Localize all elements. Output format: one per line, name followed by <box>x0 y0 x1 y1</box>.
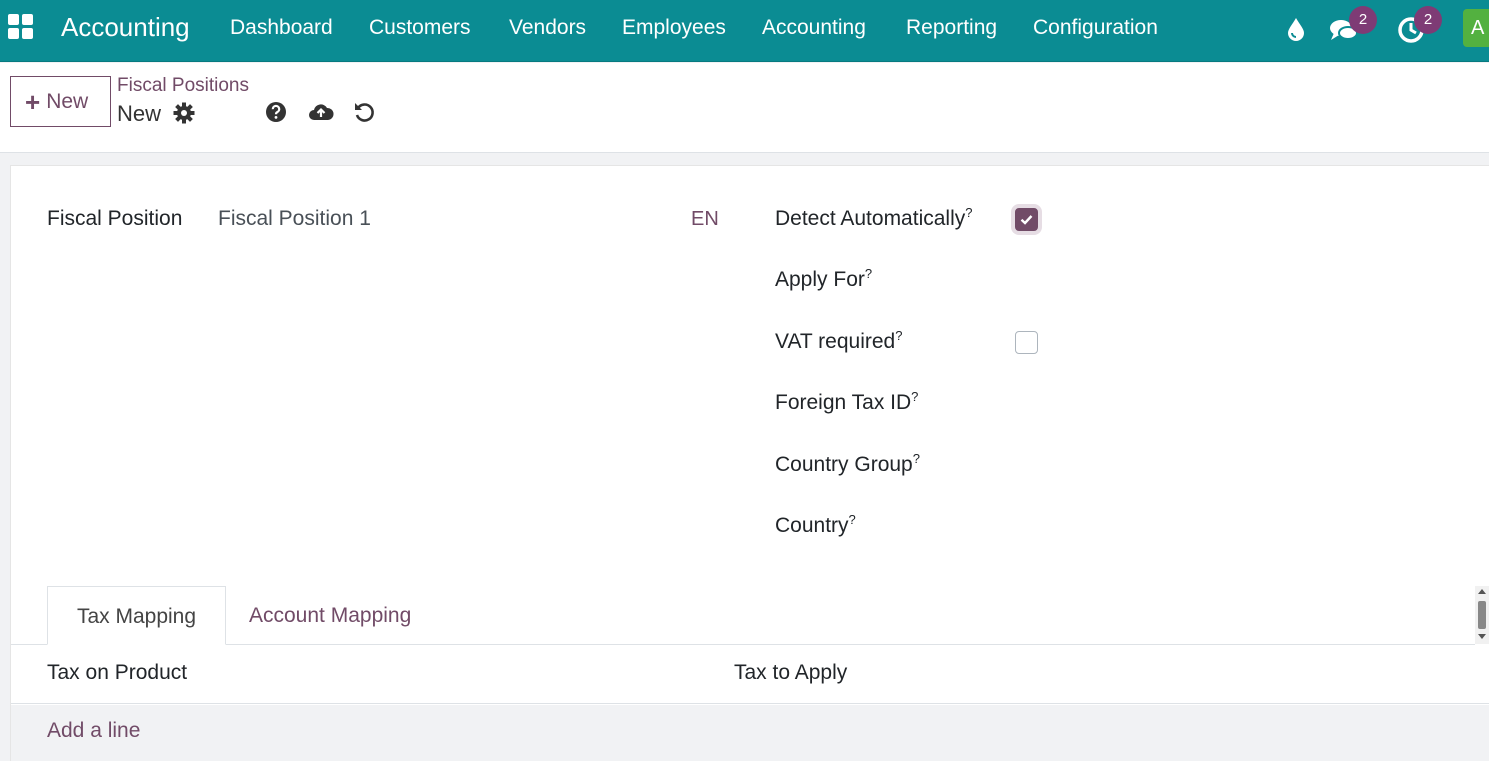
new-button[interactable]: + New <box>10 76 111 127</box>
plus-icon: + <box>25 86 41 117</box>
column-tax-on-product[interactable]: Tax on Product <box>47 661 187 685</box>
menu-configuration[interactable]: Configuration <box>1033 16 1158 40</box>
add-line-link[interactable]: Add a line <box>47 719 140 743</box>
detect-automatically-label: Detect Automatically? <box>775 205 973 230</box>
breadcrumb-fiscal-positions[interactable]: Fiscal Positions <box>117 75 249 97</box>
fiscal-position-input[interactable]: Fiscal Position 1 <box>218 207 371 231</box>
language-button[interactable]: EN <box>691 208 719 231</box>
menu-employees[interactable]: Employees <box>622 16 726 40</box>
chat-badge: 2 <box>1349 6 1377 34</box>
apps-grid-icon[interactable] <box>8 14 34 40</box>
fiscal-position-label: Fiscal Position <box>47 207 183 230</box>
new-button-label: New <box>46 89 89 113</box>
form-sheet: Fiscal Position Fiscal Position 1 EN Det… <box>10 165 1489 761</box>
tab-account-mapping[interactable]: Account Mapping <box>249 586 411 645</box>
tabs-divider <box>11 644 1475 645</box>
scroll-up-icon[interactable] <box>1478 589 1486 594</box>
help-tooltip-icon[interactable]: ? <box>965 205 972 220</box>
foreign-tax-id-label: Foreign Tax ID? <box>775 389 919 414</box>
country-group-label: Country Group? <box>775 451 920 476</box>
menu-reporting[interactable]: Reporting <box>906 16 997 40</box>
vat-required-label: VAT required? <box>775 328 903 353</box>
undo-icon[interactable] <box>352 100 376 124</box>
breadcrumb-current: New <box>117 101 162 126</box>
help-tooltip-icon[interactable]: ? <box>911 389 918 404</box>
vat-required-checkbox[interactable] <box>1015 331 1038 354</box>
menu-customers[interactable]: Customers <box>369 16 471 40</box>
scrollbar[interactable] <box>1475 586 1489 644</box>
help-tooltip-icon[interactable]: ? <box>913 451 920 466</box>
check-icon <box>1020 215 1033 225</box>
detect-automatically-checkbox[interactable] <box>1015 208 1038 231</box>
column-tax-to-apply[interactable]: Tax to Apply <box>734 661 847 685</box>
activity-badge: 2 <box>1414 6 1442 34</box>
menu-accounting[interactable]: Accounting <box>762 16 866 40</box>
app-brand[interactable]: Accounting <box>61 12 190 43</box>
control-panel: + New Fiscal Positions New <box>0 63 1489 153</box>
help-icon[interactable] <box>264 100 288 124</box>
tab-tax-mapping[interactable]: Tax Mapping <box>47 586 226 645</box>
help-tooltip-icon[interactable]: ? <box>849 512 856 527</box>
cloud-upload-icon[interactable] <box>307 100 335 124</box>
menu-dashboard[interactable]: Dashboard <box>230 16 333 40</box>
user-avatar[interactable]: A <box>1463 9 1489 47</box>
apply-for-label: Apply For? <box>775 266 873 291</box>
table-row: Add a line <box>11 705 1489 761</box>
scrollbar-thumb[interactable] <box>1478 601 1486 629</box>
top-navbar: Accounting Dashboard Customers Vendors E… <box>0 0 1489 62</box>
help-tooltip-icon[interactable]: ? <box>895 328 902 343</box>
menu-vendors[interactable]: Vendors <box>509 16 586 40</box>
country-label: Country? <box>775 512 856 537</box>
gear-icon[interactable] <box>172 101 196 125</box>
scroll-down-icon[interactable] <box>1478 634 1486 639</box>
help-tooltip-icon[interactable]: ? <box>865 266 872 281</box>
droplet-icon[interactable] <box>1278 12 1314 48</box>
table-header-divider <box>11 703 1489 704</box>
